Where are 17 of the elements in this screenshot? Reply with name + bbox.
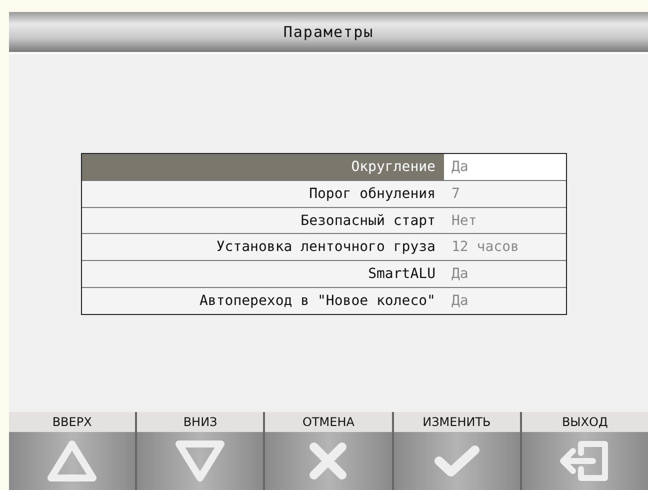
window-title: Параметры (283, 23, 374, 41)
close-icon (308, 441, 348, 481)
setting-label[interactable]: Установка ленточного груза (82, 234, 444, 260)
setting-value: 7 (450, 184, 461, 204)
setting-value: Да (450, 265, 470, 284)
setting-label[interactable]: Округление (82, 154, 444, 180)
setting-value: Да (444, 154, 566, 180)
setting-label[interactable]: Автопереход в "Новое колесо" (82, 288, 444, 314)
setting-label[interactable]: SmartALU (82, 261, 444, 288)
setting-value: 12 часов (450, 238, 520, 258)
up-triangle-icon (46, 439, 98, 483)
check-icon (432, 443, 481, 479)
setting-value: Нет (450, 212, 478, 231)
setting-label[interactable]: Безопасный старт (82, 208, 444, 234)
setting-label[interactable]: Порог обнуления (82, 180, 444, 207)
setting-value: Да (450, 292, 470, 312)
down-triangle-icon (174, 439, 226, 483)
